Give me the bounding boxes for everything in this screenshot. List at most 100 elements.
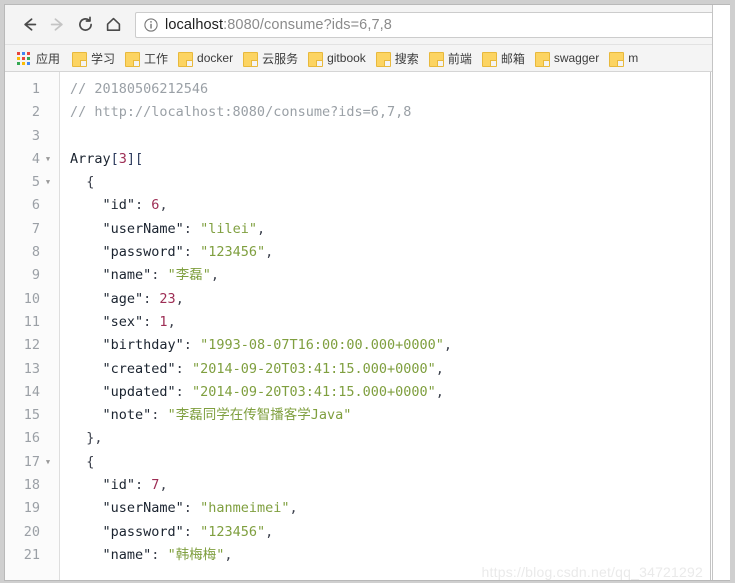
token-num: 23: [159, 290, 176, 307]
code-line: "age": 23,: [70, 288, 710, 311]
forward-button[interactable]: [43, 11, 71, 39]
bookmark-item[interactable]: swagger: [531, 49, 604, 67]
token-str: "123456": [200, 244, 266, 261]
gutter-row: 15▼: [5, 404, 59, 427]
fold-triangle-icon[interactable]: ▼: [40, 458, 56, 466]
token-key: "id": [102, 477, 136, 494]
token-str: "2014-09-20T03:41:15.000+0000": [191, 360, 436, 377]
token-punct: :: [151, 407, 168, 424]
token-punct: :: [183, 523, 201, 540]
gutter-row: 11▼: [5, 311, 59, 334]
token-punct: ,: [175, 290, 184, 307]
token-key: "password": [102, 523, 184, 540]
line-number: 2: [31, 104, 40, 121]
bookmark-item[interactable]: docker: [174, 49, 238, 67]
token-punct: ,: [167, 313, 176, 330]
gutter-row: 4 ▼: [5, 148, 59, 171]
code-line: "sex": 1,: [70, 311, 710, 334]
line-number: 9: [31, 267, 40, 284]
line-number: 11: [23, 313, 40, 330]
token-punct: {: [86, 453, 95, 470]
window-right-edge: [712, 5, 730, 580]
gutter-row: 5 ▼: [5, 171, 59, 194]
apps-shortcut[interactable]: 应用: [13, 48, 64, 69]
folder-icon: [609, 51, 625, 67]
gutter-row: 7▼: [5, 218, 59, 241]
url-path: :8080/consume?ids=6,7,8: [223, 16, 392, 33]
url-host: localhost: [165, 16, 224, 33]
gutter-row: 6▼: [5, 194, 59, 217]
fold-triangle-icon[interactable]: ▼: [40, 156, 56, 163]
token-punct: ,: [443, 337, 453, 354]
browser-toolbar: localhost:8080/consume?ids=6,7,8: [5, 5, 730, 45]
token-str: "韩梅梅": [167, 546, 225, 563]
bookmark-item[interactable]: 邮箱: [478, 48, 530, 69]
apps-grid-icon: [17, 51, 30, 65]
bookmark-item[interactable]: gitbook: [304, 49, 371, 67]
gutter-row: 21▼: [5, 544, 59, 567]
token-str: "lilei": [200, 220, 257, 237]
token-punct: :: [183, 244, 201, 261]
folder-icon: [481, 51, 497, 67]
token-punct: :: [175, 383, 192, 400]
token-punct: ,: [265, 244, 274, 261]
bookmark-item[interactable]: 前端: [425, 48, 477, 69]
token-key: "sex": [102, 313, 144, 330]
forward-arrow-icon: [48, 15, 67, 34]
gutter-row: 12▼: [5, 334, 59, 357]
token-str: "李磊同学在传智播客学Java": [167, 407, 352, 424]
folder-icon: [375, 51, 391, 67]
bookmark-item-truncated[interactable]: m: [605, 49, 643, 67]
gutter-row: 18▼: [5, 474, 59, 497]
code-line: Array[3][: [70, 148, 710, 171]
line-number: 16: [23, 430, 40, 447]
gutter-row: 10▼: [5, 288, 59, 311]
line-number: 14: [23, 383, 40, 400]
line-number: 7: [31, 220, 40, 237]
line-number: 6: [31, 197, 40, 214]
fold-triangle-icon[interactable]: ▼: [40, 179, 56, 186]
code-line: // http://localhost:8080/consume?ids=6,7…: [70, 101, 710, 124]
line-number: 4: [31, 150, 40, 167]
bookmark-item[interactable]: 工作: [121, 48, 173, 69]
bookmark-label: docker: [197, 51, 234, 65]
token-num: 1: [159, 313, 168, 330]
info-circle-icon[interactable]: [144, 17, 158, 32]
bookmark-item[interactable]: 云服务: [239, 48, 303, 69]
token-punct: ,: [210, 267, 219, 284]
bookmark-item[interactable]: 学习: [68, 48, 120, 69]
gutter-row: 2▼: [5, 101, 59, 124]
back-button[interactable]: [15, 11, 43, 39]
home-button[interactable]: [99, 11, 127, 39]
back-arrow-icon: [20, 15, 39, 34]
token-comment: // 20180506212546: [70, 81, 209, 97]
line-number: 20: [23, 523, 40, 540]
token-plain: Array: [70, 150, 111, 167]
code-line: },: [70, 427, 710, 450]
token-key: "name": [102, 546, 152, 563]
line-number: 17: [23, 453, 40, 470]
line-number: 12: [23, 337, 40, 354]
folder-icon: [72, 51, 88, 67]
json-code: // 20180506212546 // http://localhost:808…: [60, 72, 710, 580]
bookmark-label: swagger: [553, 51, 600, 65]
bookmark-label: 工作: [144, 51, 169, 66]
reload-button[interactable]: [71, 11, 99, 39]
gutter-row: 3▼: [5, 125, 59, 148]
token-key: "note": [102, 407, 152, 424]
token-punct: ,: [159, 477, 168, 494]
bookmark-item[interactable]: 搜索: [372, 48, 424, 69]
gutter-row: 9▼: [5, 264, 59, 287]
line-number: 19: [23, 500, 40, 517]
token-punct: },: [86, 430, 103, 447]
line-number: 18: [23, 477, 40, 494]
token-punct: ,: [435, 360, 444, 377]
address-bar[interactable]: localhost:8080/consume?ids=6,7,8: [135, 11, 724, 38]
